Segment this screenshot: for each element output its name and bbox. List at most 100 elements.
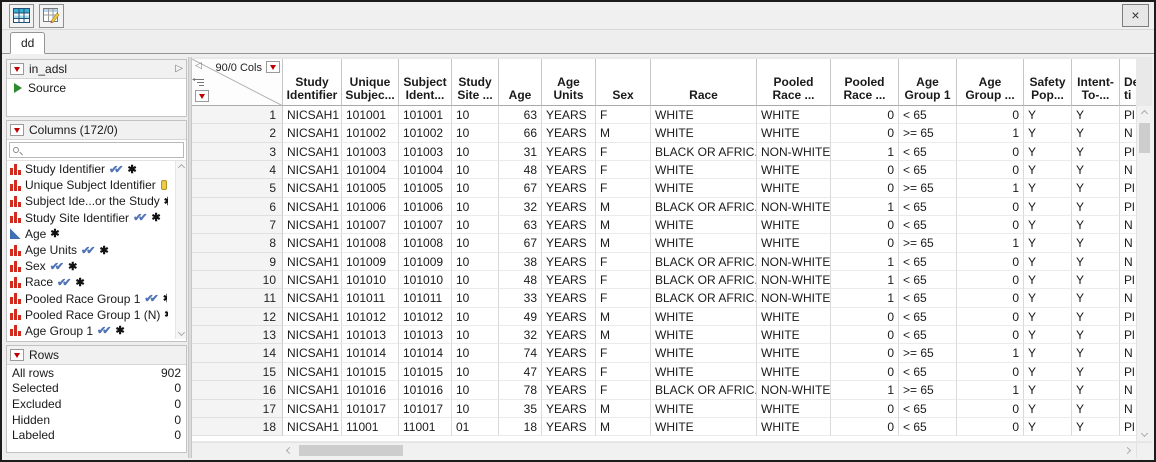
red-triangle-menu-icon[interactable]	[10, 349, 24, 361]
data-cell[interactable]: 0	[957, 418, 1024, 436]
data-cell[interactable]: < 65	[899, 363, 957, 381]
data-cell[interactable]: 101015	[399, 363, 452, 381]
data-cell[interactable]: 0	[831, 418, 899, 436]
data-cell[interactable]: 78	[499, 381, 542, 399]
data-cell[interactable]: 101017	[399, 400, 452, 418]
data-cell[interactable]: YEARS	[542, 418, 596, 436]
data-cell[interactable]: Y	[1024, 253, 1072, 271]
data-cell[interactable]: WHITE	[757, 418, 831, 436]
data-cell[interactable]: Y	[1072, 216, 1120, 234]
data-cell[interactable]: 0	[831, 106, 899, 124]
data-cell[interactable]: Y	[1024, 124, 1072, 142]
data-cell[interactable]: BLACK OR AFRIC...	[651, 253, 757, 271]
table-edit-icon-button[interactable]	[39, 4, 64, 28]
data-cell[interactable]: WHITE	[757, 326, 831, 344]
data-cell[interactable]: 101004	[399, 161, 452, 179]
data-cell[interactable]: 0	[957, 143, 1024, 161]
data-cell[interactable]: YEARS	[542, 143, 596, 161]
column-list-item[interactable]: Age✱	[7, 226, 186, 242]
data-cell[interactable]: YEARS	[542, 179, 596, 197]
data-cell[interactable]: Y	[1072, 234, 1120, 252]
data-cell[interactable]: 1	[957, 234, 1024, 252]
data-cell[interactable]: 101005	[399, 179, 452, 197]
column-list-item[interactable]: Race✔✔✱	[7, 274, 186, 290]
column-list-item[interactable]: Pooled Race Group 1 (N)✱	[7, 307, 186, 323]
data-cell[interactable]: YEARS	[542, 400, 596, 418]
data-cell[interactable]: 10	[452, 106, 499, 124]
data-cell[interactable]: WHITE	[651, 400, 757, 418]
data-cell[interactable]: WHITE	[651, 308, 757, 326]
data-cell[interactable]: 67	[499, 234, 542, 252]
data-cell[interactable]: 10	[452, 179, 499, 197]
data-cell[interactable]: 1	[957, 179, 1024, 197]
data-cell[interactable]: 11001	[342, 418, 399, 436]
data-cell[interactable]: 0	[957, 161, 1024, 179]
data-cell[interactable]: Y	[1072, 363, 1120, 381]
data-cell[interactable]: Y	[1072, 289, 1120, 307]
data-cell[interactable]: Y	[1024, 308, 1072, 326]
data-cell[interactable]: 0	[831, 124, 899, 142]
data-cell[interactable]: 1	[831, 271, 899, 289]
grid-corner-cell[interactable]: ◁ 90/0 Cols	[192, 59, 283, 106]
data-cell[interactable]: 74	[499, 344, 542, 362]
data-cell[interactable]: Y	[1072, 344, 1120, 362]
column-header[interactable]: Race	[651, 59, 757, 106]
data-cell[interactable]: 101015	[342, 363, 399, 381]
data-cell[interactable]: BLACK OR AFRIC...	[651, 381, 757, 399]
data-cell[interactable]: M	[596, 216, 651, 234]
data-cell[interactable]: YEARS	[542, 106, 596, 124]
data-cell[interactable]: Y	[1072, 418, 1120, 436]
column-list-item[interactable]: Age Units✔✔✱	[7, 242, 186, 258]
data-cell[interactable]: 10	[452, 400, 499, 418]
column-header[interactable]: Sex	[596, 59, 651, 106]
data-cell[interactable]: 10	[452, 289, 499, 307]
data-cell[interactable]: Y	[1072, 381, 1120, 399]
row-number-cell[interactable]: 8	[192, 234, 283, 252]
data-cell[interactable]: Y	[1024, 381, 1072, 399]
data-cell[interactable]: 10	[452, 326, 499, 344]
data-cell[interactable]: 0	[957, 308, 1024, 326]
data-cell[interactable]: 47	[499, 363, 542, 381]
data-cell[interactable]: 101002	[342, 124, 399, 142]
column-list-item[interactable]: Age Group 1✔✔✱	[7, 323, 186, 339]
data-cell[interactable]: Pl	[1120, 271, 1136, 289]
data-cell[interactable]: < 65	[899, 289, 957, 307]
data-cell[interactable]: 101017	[342, 400, 399, 418]
column-header[interactable]: Age Group ...	[957, 59, 1024, 106]
data-cell[interactable]: 101016	[399, 381, 452, 399]
data-cell[interactable]: YEARS	[542, 198, 596, 216]
data-cell[interactable]: 0	[957, 326, 1024, 344]
data-cell[interactable]: < 65	[899, 253, 957, 271]
data-cell[interactable]: 0	[831, 400, 899, 418]
data-cell[interactable]: WHITE	[651, 106, 757, 124]
data-cell[interactable]: 01	[452, 418, 499, 436]
data-cell[interactable]: WHITE	[757, 161, 831, 179]
disclosure-triangle-icon[interactable]: ▷	[175, 64, 183, 74]
data-cell[interactable]: WHITE	[757, 308, 831, 326]
scroll-up-icon[interactable]	[1141, 110, 1148, 117]
data-cell[interactable]: F	[596, 143, 651, 161]
data-cell[interactable]: NICSAH1	[283, 143, 342, 161]
data-cell[interactable]: Y	[1072, 198, 1120, 216]
data-cell[interactable]: NON-WHITE	[757, 198, 831, 216]
tab-dd[interactable]: dd	[10, 32, 45, 54]
data-cell[interactable]: N	[1120, 234, 1136, 252]
row-number-cell[interactable]: 2	[192, 124, 283, 142]
data-cell[interactable]: Y	[1072, 253, 1120, 271]
row-number-cell[interactable]: 18	[192, 418, 283, 436]
data-cell[interactable]: 1	[831, 289, 899, 307]
data-cell[interactable]: WHITE	[651, 161, 757, 179]
data-cell[interactable]: Y	[1024, 289, 1072, 307]
data-table-icon-button[interactable]	[9, 4, 34, 28]
data-cell[interactable]: YEARS	[542, 308, 596, 326]
data-cell[interactable]: BLACK OR AFRIC...	[651, 271, 757, 289]
data-cell[interactable]: Y	[1072, 143, 1120, 161]
data-cell[interactable]: NON-WHITE	[757, 289, 831, 307]
collapse-columns-icon[interactable]: ◁	[195, 60, 202, 71]
data-cell[interactable]: 101009	[342, 253, 399, 271]
data-cell[interactable]: WHITE	[651, 344, 757, 362]
data-cell[interactable]: N	[1120, 344, 1136, 362]
data-cell[interactable]: YEARS	[542, 216, 596, 234]
data-cell[interactable]: Y	[1072, 106, 1120, 124]
data-cell[interactable]: Y	[1024, 234, 1072, 252]
